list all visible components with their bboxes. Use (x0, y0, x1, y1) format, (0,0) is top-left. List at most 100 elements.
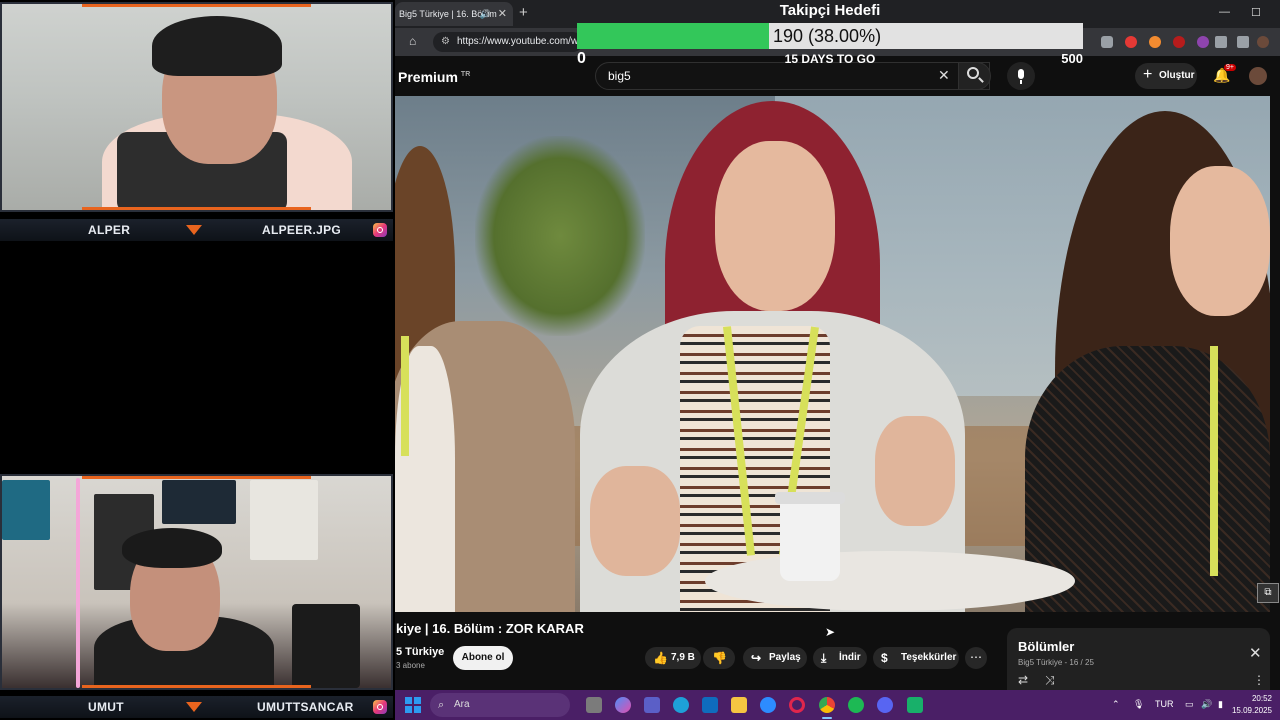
chevron-up-icon[interactable]: ⌃ (1112, 699, 1120, 710)
like-button[interactable]: 👍 7,9 B (645, 647, 701, 669)
search-icon: ⌕ (438, 699, 445, 711)
language-indicator[interactable]: TUR (1155, 699, 1174, 709)
outlook-icon[interactable] (702, 697, 718, 713)
background-plant (475, 136, 645, 336)
goal-subtitle: 15 DAYS TO GO (784, 52, 876, 66)
thanks-icon: $ (881, 651, 888, 665)
discord-icon[interactable] (877, 697, 893, 713)
home-icon[interactable]: ⌂ (409, 34, 416, 48)
goal-max: 500 (1061, 51, 1083, 66)
video-title: kiye | 16. Bölüm : ZOR KARAR (396, 621, 584, 636)
ublock-icon[interactable] (1173, 36, 1185, 48)
speaker-icon[interactable]: 🔊 (480, 9, 491, 20)
thanks-button[interactable]: $ Teşekkürler (873, 647, 959, 669)
url-text: https://www.youtube.com/wa (457, 36, 583, 47)
teams-icon[interactable] (644, 697, 660, 713)
create-label: Oluştur (1159, 70, 1195, 81)
coffee-cup (780, 496, 840, 581)
clock-date: 15.09.2025 (1231, 706, 1272, 715)
account-avatar[interactable] (1249, 67, 1267, 85)
new-tab-button[interactable]: + (519, 4, 528, 21)
more-actions-button[interactable]: ⋯ (965, 647, 987, 669)
goal-progress-fill (577, 23, 770, 49)
share-label: Paylaş (769, 652, 801, 663)
cam1-right-name: ALPEER.JPG (262, 223, 342, 237)
logo-region: TR (460, 71, 471, 79)
url-field[interactable]: ⚙ https://www.youtube.com/wa (433, 32, 583, 52)
stream-overlay-column: ALPER ALPEER.JPG UMUT UMUTTSANCAR (0, 0, 395, 720)
tab-youtube[interactable]: Big5 Türkiye | 16. Bölüm 🔊 ✕ (395, 2, 513, 26)
site-info-icon[interactable]: ⚙ (441, 32, 450, 52)
cam2-name-bar: UMUT UMUTTSANCAR (0, 696, 393, 718)
spotify-icon[interactable] (848, 697, 864, 713)
orange-extension-icon[interactable] (1149, 36, 1161, 48)
profile-icon[interactable] (1257, 36, 1269, 48)
share-icon: ↪ (751, 651, 762, 665)
subscribe-button[interactable]: Abone ol (453, 646, 513, 670)
extensions-puzzle-icon[interactable] (1215, 36, 1227, 48)
windows-taskbar: ⌕ Ara ⌃ 🎙 TUR ▭ 🔊 ▮ 20:52 15.09.2025 (395, 690, 1280, 720)
youtube-premium-logo[interactable]: Premium TR (398, 69, 470, 85)
display-icon[interactable]: ▭ (1185, 699, 1194, 710)
start-button[interactable] (405, 697, 421, 713)
video-player[interactable] (395, 96, 1270, 612)
cam2-left-name: UMUT (88, 700, 124, 714)
goal-progress-bar: 190 (38.00%) (577, 23, 1083, 49)
clear-search-icon[interactable]: ✕ (938, 67, 950, 84)
logo-text: Premium (398, 69, 458, 85)
loop-icon[interactable]: ⇄ (1018, 673, 1028, 687)
opera-icon[interactable] (789, 697, 805, 713)
miniplayer-icon[interactable]: ⧉ (1257, 583, 1279, 603)
create-button[interactable]: Oluştur (1135, 62, 1197, 89)
taskbar-search[interactable]: ⌕ Ara (430, 693, 570, 717)
shield-extension-icon[interactable] (1101, 36, 1113, 48)
cam1-name-bar: ALPER ALPEER.JPG (0, 219, 393, 241)
clock-time: 20:52 (1251, 694, 1272, 703)
triangle-icon (186, 702, 202, 712)
mic-icon[interactable]: 🎙 (1133, 699, 1144, 710)
share-button[interactable]: ↪ Paylaş (743, 647, 807, 669)
thumbs-down-icon: 👎 (712, 651, 727, 665)
webcam-alper (0, 2, 393, 212)
file-explorer-icon[interactable] (586, 697, 602, 713)
download-icon: ⤓ (821, 651, 827, 665)
goal-progress-text: 190 (38.00%) (773, 26, 882, 46)
chrome-icon[interactable] (819, 697, 835, 713)
coffee-table (705, 551, 1075, 611)
search-icon (967, 67, 979, 79)
download-button[interactable]: ⤓ İndir (813, 647, 867, 669)
volume-icon[interactable]: 🔊 (1201, 699, 1212, 710)
playlist-menu-icon[interactable]: ⋮ (1253, 673, 1265, 687)
mic-icon (1018, 69, 1024, 79)
channel-name[interactable]: 5 Türkiye (396, 646, 444, 658)
triangle-icon (186, 225, 202, 235)
copilot-icon[interactable] (615, 697, 631, 713)
folder-icon[interactable] (731, 697, 747, 713)
mouse-cursor-icon: ➤ (825, 625, 836, 639)
instagram-icon (373, 700, 387, 714)
notification-badge: 9+ (1224, 64, 1236, 71)
episodes-panel: Bölümler Big5 Türkiye - 16 / 25 ✕ ⇄ ⤨ ⋮ (1007, 628, 1270, 690)
close-icon[interactable]: ✕ (1249, 644, 1262, 662)
like-count: 7,9 B (671, 652, 695, 663)
battery-icon[interactable]: ▮ (1218, 699, 1223, 710)
follower-goal-widget: Takipçi Hedefi 190 (38.00%) 0 15 DAYS TO… (577, 0, 1083, 68)
shuffle-icon[interactable]: ⤨ (1045, 673, 1055, 688)
streaming-app-icon[interactable] (907, 697, 923, 713)
sidebar-icon[interactable] (1237, 36, 1249, 48)
cam1-left-name: ALPER (88, 223, 131, 237)
clock[interactable]: 20:52 15.09.2025 (1232, 693, 1272, 717)
purple-extension-icon[interactable] (1197, 36, 1209, 48)
zoom-icon[interactable] (760, 697, 776, 713)
dislike-button[interactable]: 👎 (703, 647, 735, 669)
thumbs-up-icon: 👍 (653, 651, 668, 665)
goal-title: Takipçi Hedefi (779, 2, 881, 19)
minimize-icon[interactable]: — (1219, 6, 1230, 18)
browser-window: Big5 Türkiye | 16. Bölüm 🔊 ✕ + — ☐ ⌂ ⚙ h… (395, 0, 1280, 690)
subscriber-count: 3 abone (396, 661, 425, 670)
tab-close-icon[interactable]: ✕ (498, 7, 507, 20)
red-extension-icon[interactable] (1125, 36, 1137, 48)
search-input[interactable] (608, 69, 908, 83)
edge-icon[interactable] (673, 697, 689, 713)
maximize-icon[interactable]: ☐ (1251, 6, 1261, 19)
